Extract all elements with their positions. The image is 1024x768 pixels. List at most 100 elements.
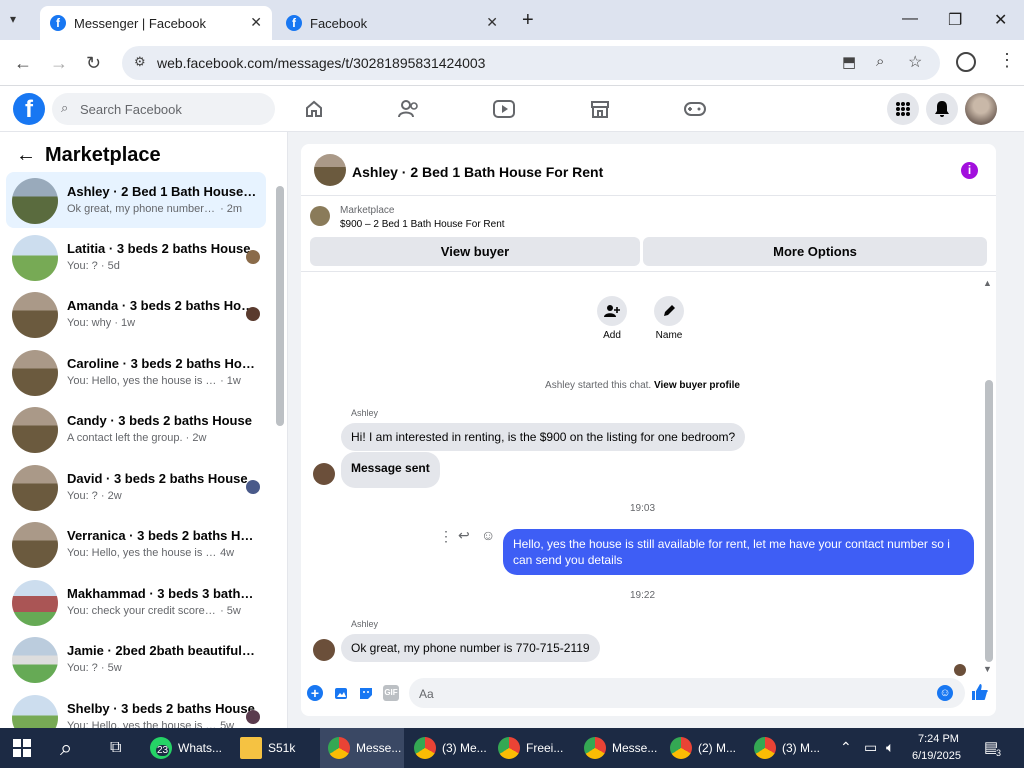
facebook-header: f ⌕ Search Facebook — [0, 86, 1024, 132]
info-icon[interactable]: i — [961, 162, 978, 179]
video-icon[interactable] — [490, 96, 518, 122]
chat-item[interactable]: David · 3 beds 2 baths House You: ? · 2w — [6, 459, 266, 515]
chat-item[interactable]: Ashley · 2 Bed 1 Bath House For Rent Ok … — [6, 172, 266, 228]
taskbar-folder[interactable]: S51k — [240, 728, 320, 768]
close-window-icon[interactable]: ✕ — [994, 10, 1007, 30]
chat-name: Latitia · 3 beds 2 baths House — [67, 241, 251, 256]
emoji-icon[interactable]: ☺ — [937, 685, 953, 701]
browser-menu-icon[interactable]: ⋮ — [998, 50, 1016, 71]
back-icon[interactable]: ← — [14, 53, 32, 74]
message-input[interactable]: Aa ☺ — [409, 678, 965, 708]
taskbar-chrome[interactable]: (2) M... — [670, 728, 750, 768]
tab-facebook[interactable]: f Facebook ✕ — [276, 6, 508, 40]
facebook-favicon-icon: f — [286, 15, 302, 31]
search-icon[interactable]: ⌕ — [60, 728, 72, 768]
install-app-icon[interactable]: ⬒ — [842, 53, 856, 71]
close-tab-icon[interactable]: ✕ — [250, 14, 262, 31]
chat-started-text: Ashley started this chat. — [545, 380, 652, 391]
task-view-icon[interactable]: ⧉ — [110, 728, 121, 768]
listing-avatar[interactable] — [314, 154, 346, 186]
taskbar-chrome[interactable]: Messe... — [584, 728, 664, 768]
taskbar-chrome-messenger[interactable]: Messe... — [320, 728, 404, 768]
more-options-button[interactable]: More Options — [643, 237, 987, 266]
taskbar-whatsapp[interactable]: 23 Whats... — [150, 728, 234, 768]
more-actions-plus-icon[interactable]: + — [307, 685, 323, 701]
chat-time: · 1w — [220, 375, 241, 387]
message-bubble-incoming[interactable]: Hi! I am interested in renting, is the $… — [341, 423, 746, 451]
view-buyer-button[interactable]: View buyer — [310, 237, 640, 266]
clock-time[interactable]: 7:24 PM — [918, 733, 959, 745]
show-hidden-icons[interactable]: ⌃ — [840, 739, 852, 756]
marketplace-icon[interactable] — [586, 96, 614, 122]
chat-item[interactable]: Candy · 3 beds 2 baths House A contact l… — [6, 401, 266, 457]
reply-icon[interactable]: ↩ — [458, 527, 470, 544]
network-icon[interactable]: ▭ — [864, 739, 877, 756]
facebook-logo-icon[interactable]: f — [13, 93, 45, 125]
notifications-bell-icon[interactable] — [926, 93, 958, 125]
chat-item[interactable]: Verranica · 3 beds 2 baths House You: He… — [6, 516, 266, 572]
url-box[interactable]: ⚙ web.facebook.com/messages/t/3028189583… — [122, 46, 940, 80]
account-avatar[interactable] — [965, 93, 997, 125]
tab-messenger[interactable]: f Messenger | Facebook ✕ — [40, 6, 272, 40]
new-tab-icon[interactable]: + — [522, 9, 534, 32]
close-tab-icon[interactable]: ✕ — [486, 14, 498, 31]
taskbar-chrome[interactable]: Freei... — [498, 728, 578, 768]
chat-item[interactable]: Amanda · 3 beds 2 baths House You: why ·… — [6, 286, 266, 342]
ashley-avatar[interactable] — [313, 639, 335, 661]
zoom-icon[interactable]: ⌕ — [876, 53, 884, 70]
listing-thumbnail — [12, 350, 58, 396]
listing-price-title[interactable]: $900 – 2 Bed 1 Bath House For Rent — [340, 219, 505, 230]
message-bubble-incoming[interactable]: Ok great, my phone number is 770-715-211… — [341, 634, 600, 662]
taskbar-chrome[interactable]: (3) Me... — [414, 728, 494, 768]
scroll-down-arrow-icon[interactable]: ▼ — [983, 664, 992, 674]
menu-grid-icon[interactable] — [887, 93, 919, 125]
message-more-icon[interactable]: ⋮ — [439, 528, 453, 545]
search-icon: ⌕ — [61, 100, 69, 115]
chat-preview-row: You: ? · 5d — [67, 260, 120, 272]
message-bubble-incoming[interactable]: Message sent — [341, 452, 440, 488]
clock-date[interactable]: 6/19/2025 — [912, 750, 961, 762]
search-placeholder: Search Facebook — [80, 102, 182, 117]
friends-icon[interactable] — [395, 96, 423, 122]
gif-icon[interactable]: GIF — [383, 685, 399, 701]
chat-item[interactable]: Caroline · 3 beds 2 baths House You: Hel… — [6, 344, 266, 400]
minimize-icon[interactable]: — — [902, 10, 918, 28]
chat-preview-row: You: ? · 2w — [67, 490, 122, 502]
reload-icon[interactable]: ↻ — [86, 53, 101, 74]
view-buyer-profile-link[interactable]: View buyer profile — [654, 380, 740, 391]
sidebar-scrollbar[interactable] — [276, 186, 284, 426]
volume-icon[interactable]: 🔈︎ — [886, 739, 894, 756]
site-info-icon[interactable]: ⚙ — [134, 54, 146, 70]
tab-search-icon[interactable]: ▾ — [10, 12, 16, 26]
add-people-button[interactable]: Add — [587, 296, 637, 341]
chat-name: Caroline · 3 beds 2 baths House — [67, 356, 257, 371]
attach-photo-icon[interactable] — [333, 685, 349, 701]
bookmark-star-icon[interactable]: ☆ — [908, 52, 922, 72]
chat-scrollbar[interactable] — [985, 380, 993, 662]
name-chat-button[interactable]: Name — [644, 296, 694, 341]
chat-item[interactable]: Latitia · 3 beds 2 baths House You: ? · … — [6, 229, 266, 285]
chrome-icon — [328, 737, 350, 759]
forward-icon[interactable]: → — [50, 53, 68, 74]
react-emoji-icon[interactable]: ☺ — [481, 527, 495, 543]
chat-item[interactable]: Makhammad · 3 beds 3 baths House You: ch… — [6, 574, 266, 630]
chat-item[interactable]: Jamie · 2bed 2bath beautiful house You: … — [6, 631, 266, 687]
sticker-icon[interactable] — [358, 685, 374, 701]
taskbar-label: S51k — [268, 741, 296, 755]
chat-title[interactable]: Ashley · 2 Bed 1 Bath House For Rent — [352, 164, 603, 180]
back-arrow-icon[interactable]: ← — [16, 144, 36, 167]
tab-title: Messenger | Facebook — [74, 15, 206, 31]
facebook-search[interactable]: ⌕ Search Facebook — [52, 93, 275, 125]
taskbar-chrome[interactable]: (3) M... — [754, 728, 834, 768]
chat-header: Ashley · 2 Bed 1 Bath House For Rent i — [301, 144, 996, 196]
start-button[interactable] — [12, 728, 32, 768]
scroll-up-arrow-icon[interactable]: ▲ — [983, 278, 992, 288]
listing-thumbnail — [12, 580, 58, 626]
profile-icon[interactable] — [956, 52, 976, 72]
message-bubble-outgoing[interactable]: Hello, yes the house is still available … — [503, 529, 974, 575]
home-icon[interactable] — [300, 96, 328, 122]
like-thumb-icon[interactable] — [971, 683, 988, 700]
maximize-icon[interactable]: ❐ — [948, 10, 962, 30]
ashley-avatar[interactable] — [313, 463, 335, 485]
gaming-icon[interactable] — [681, 96, 709, 122]
